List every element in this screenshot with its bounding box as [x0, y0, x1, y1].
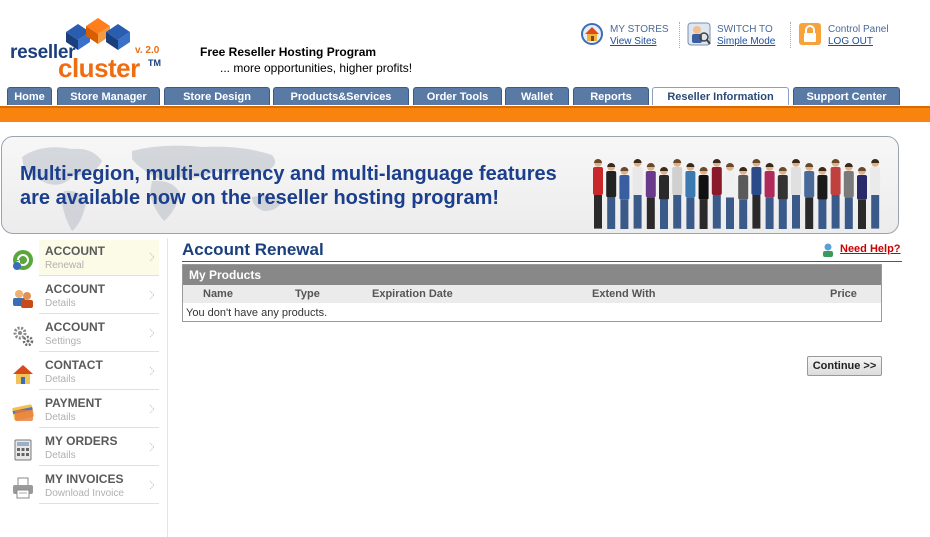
view-sites-link[interactable]: View Sites	[610, 36, 657, 47]
sidebar-item-box: MY ORDERS Details	[39, 430, 159, 466]
sidebar-item-box: CONTACT Details	[39, 354, 159, 390]
sidebar-item-account-settings[interactable]: ACCOUNT Settings	[0, 316, 160, 353]
continue-button[interactable]: Continue >>	[807, 356, 882, 376]
logout-button[interactable]: LOG OUT	[828, 36, 873, 47]
top-link-divider	[790, 22, 791, 48]
column-header-type: Type	[295, 288, 320, 300]
page-title: Account Renewal	[182, 240, 324, 259]
tab-store-manager[interactable]: Store Manager	[57, 87, 160, 105]
gears-icon	[13, 326, 34, 347]
sidebar-item-title: ACCOUNT	[45, 282, 105, 296]
chevron-right-icon	[149, 290, 155, 300]
tab-reports[interactable]: Reports	[573, 87, 649, 105]
logo-word-cluster: cluster	[58, 53, 140, 83]
sidebar-item-box: PAYMENT Details	[39, 392, 159, 428]
control-panel-title: Control Panel	[828, 24, 889, 35]
contact-house-icon	[13, 365, 33, 384]
invoice-printer-icon	[13, 477, 33, 499]
my-stores-link[interactable]: MY STORES View Sites	[580, 22, 680, 52]
column-header-extend-with: Extend With	[592, 288, 656, 300]
tab-order-tools[interactable]: Order Tools	[413, 87, 502, 105]
logo-trademark: TM	[148, 58, 161, 68]
banner-headline-line1: Multi-region, multi-currency and multi-l…	[20, 163, 557, 185]
tagline-title: Free Reseller Hosting Program	[200, 45, 377, 59]
sidebar-item-box: ACCOUNT Renewal	[39, 240, 159, 276]
chevron-right-icon	[149, 252, 155, 262]
nav-orange-bar	[0, 106, 930, 122]
switch-mode-icon	[687, 22, 711, 46]
chevron-right-icon	[149, 442, 155, 452]
credit-card-icon	[12, 404, 34, 421]
sidebar-item-payment-details[interactable]: PAYMENT Details	[0, 392, 160, 429]
sidebar-item-my-orders[interactable]: MY ORDERS Details	[0, 430, 160, 467]
account-renewal-icon	[13, 250, 33, 270]
sidebar-item-subtitle: Details	[45, 298, 76, 309]
need-help-text[interactable]: Need Help?	[840, 243, 901, 255]
banner-headline-line2: are available now on the reseller hostin…	[20, 187, 500, 209]
sidebar-item-account-renewal[interactable]: ACCOUNT Renewal	[0, 240, 160, 277]
column-header-name: Name	[203, 288, 233, 300]
sidebar-item-title: ACCOUNT	[45, 244, 105, 258]
tab-reseller-information[interactable]: Reseller Information	[652, 87, 789, 105]
calculator-icon	[14, 439, 32, 461]
sidebar-item-title: CONTACT	[45, 358, 103, 372]
sidebar-item-subtitle: Download Invoice	[45, 488, 124, 499]
chevron-right-icon	[149, 328, 155, 338]
my-products-table: My Products Name Type Expiration Date Ex…	[182, 264, 882, 322]
people-group-photo	[593, 159, 881, 229]
logo[interactable]: reseller v. 2.0 cluster TM	[8, 12, 168, 83]
sidebar-item-contact-details[interactable]: CONTACT Details	[0, 354, 160, 391]
chevron-right-icon	[149, 366, 155, 376]
sidebar-item-title: MY ORDERS	[45, 434, 118, 448]
help-support-icon	[823, 243, 833, 257]
home-icon	[581, 23, 603, 45]
sidebar-item-box: ACCOUNT Settings	[39, 316, 159, 352]
empty-table-message: You don't have any products.	[186, 307, 328, 319]
switch-mode-link[interactable]: SWITCH TO Simple Mode	[687, 22, 787, 52]
top-link-divider	[679, 22, 680, 48]
sidebar-item-box: MY INVOICES Download Invoice	[39, 468, 159, 504]
tab-wallet[interactable]: Wallet	[505, 87, 569, 105]
account-sidebar: ACCOUNT Renewal ACCOUNT Details ACCOUNT …	[0, 238, 168, 537]
nav-orange-line	[0, 106, 930, 108]
sidebar-item-title: MY INVOICES	[45, 472, 124, 486]
lock-icon	[799, 23, 821, 45]
account-details-icon	[13, 290, 33, 308]
column-header-price: Price	[830, 288, 857, 300]
tab-home[interactable]: Home	[7, 87, 52, 105]
switch-to-title: SWITCH TO	[717, 24, 773, 35]
sidebar-item-title: ACCOUNT	[45, 320, 105, 334]
logout-link[interactable]: Control Panel LOG OUT	[798, 22, 898, 52]
sidebar-item-subtitle: Details	[45, 374, 76, 385]
table-heading: My Products	[183, 265, 881, 285]
chevron-right-icon	[149, 404, 155, 414]
sidebar-item-box: ACCOUNT Details	[39, 278, 159, 314]
sidebar-item-account-details[interactable]: ACCOUNT Details	[0, 278, 160, 315]
sidebar-item-subtitle: Details	[45, 412, 76, 423]
sidebar-item-title: PAYMENT	[45, 396, 102, 410]
title-divider	[182, 261, 902, 262]
chevron-right-icon	[149, 480, 155, 490]
tab-store-design[interactable]: Store Design	[164, 87, 270, 105]
sidebar-item-my-invoices[interactable]: MY INVOICES Download Invoice	[0, 468, 160, 505]
sidebar-item-subtitle: Details	[45, 450, 76, 461]
promo-banner: Multi-region, multi-currency and multi-l…	[1, 136, 899, 234]
my-stores-title: MY STORES	[610, 24, 669, 35]
sidebar-item-subtitle: Settings	[45, 336, 82, 347]
sidebar-item-subtitle: Renewal	[45, 260, 84, 271]
tab-products-services[interactable]: Products&Services	[273, 87, 409, 105]
tagline-subtitle: ... more opportunities, higher profits!	[220, 61, 413, 75]
simple-mode-link[interactable]: Simple Mode	[717, 36, 775, 47]
tab-support-center[interactable]: Support Center	[793, 87, 900, 105]
table-header-row: Name Type Expiration Date Extend With Pr…	[183, 285, 881, 303]
column-header-expiration-date: Expiration Date	[372, 288, 453, 300]
